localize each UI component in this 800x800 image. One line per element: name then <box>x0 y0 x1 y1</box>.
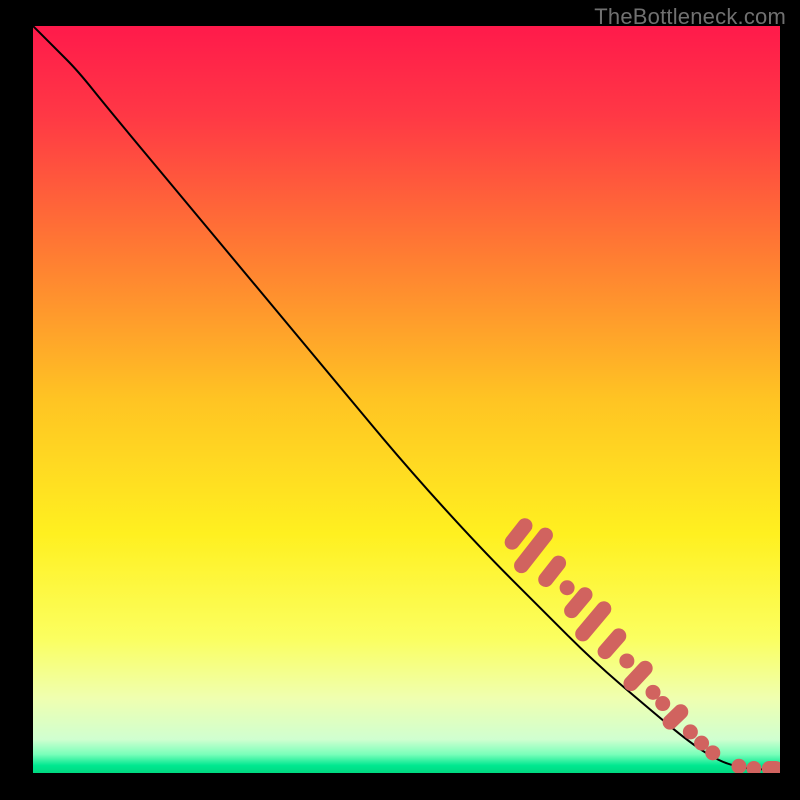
data-segment <box>762 761 780 773</box>
data-point <box>705 745 720 760</box>
data-point <box>560 580 575 595</box>
watermark-text: TheBottleneck.com <box>594 4 786 30</box>
data-point <box>655 696 670 711</box>
data-point <box>619 653 634 668</box>
chart-frame: TheBottleneck.com <box>0 0 800 800</box>
plot-area <box>33 26 780 773</box>
gradient-background <box>33 26 780 773</box>
data-point <box>683 724 698 739</box>
plot-svg <box>33 26 780 773</box>
